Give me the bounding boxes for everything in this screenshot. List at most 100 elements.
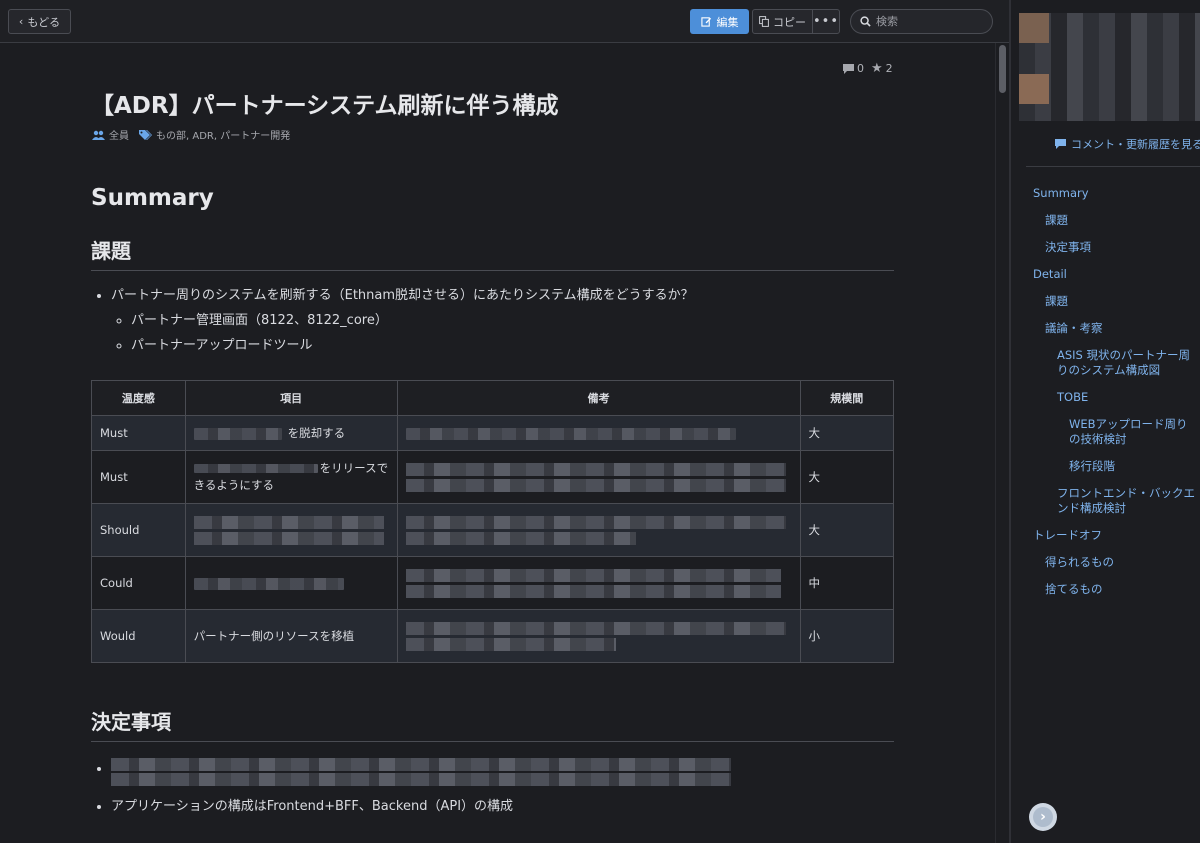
table-row: Must を脱却する 大 xyxy=(91,415,895,451)
scrollbar-thumb[interactable] xyxy=(999,45,1006,93)
redacted-text xyxy=(193,427,282,440)
page-title: 【ADR】パートナーシステム刷新に伴う構成 xyxy=(91,93,559,119)
toc-item[interactable]: 決定事項 xyxy=(1045,240,1091,255)
comment-count[interactable]: 0 xyxy=(843,62,864,75)
table-row: Would パートナー側のリソースを移植 小 xyxy=(91,609,895,663)
redacted-text xyxy=(405,427,736,440)
redacted-text xyxy=(405,515,786,529)
audience[interactable]: 全員 xyxy=(92,127,129,142)
more-options-button[interactable]: ••• xyxy=(813,10,839,33)
article-body: 0 ★ 2 【ADR】パートナーシステム刷新に伴う構成 全員 もの部, ADR,… xyxy=(0,43,995,843)
scroll-next-button[interactable]: › xyxy=(1029,803,1057,831)
avatar[interactable] xyxy=(1019,74,1049,104)
toc-item[interactable]: Summary xyxy=(1033,186,1089,201)
redacted-text xyxy=(193,464,318,473)
toc-item[interactable]: Detail xyxy=(1033,267,1067,282)
star-count[interactable]: ★ 2 xyxy=(871,61,893,76)
item-cell xyxy=(184,556,398,610)
redacted-text xyxy=(405,621,786,635)
comment-icon xyxy=(1055,139,1066,149)
group-icon xyxy=(92,130,105,140)
priority-cell: Must xyxy=(91,415,186,451)
table-row: Should 大 xyxy=(91,503,895,557)
priority-cell: Must xyxy=(91,450,186,504)
size-cell: 中 xyxy=(799,556,895,610)
tags-label: もの部, ADR, パートナー開発 xyxy=(156,131,291,142)
summary-heading: Summary xyxy=(91,185,214,211)
copy-button-label: コピー xyxy=(772,15,806,29)
size-cell: 小 xyxy=(799,609,895,663)
post-stats: 0 ★ 2 xyxy=(843,61,893,76)
history-link-label: コメント・更新履歴を見る xyxy=(1071,138,1200,151)
right-sidebar: コメント・更新履歴を見る Summary 課題 決定事項 Detail 課題 議… xyxy=(1011,0,1200,843)
size-cell: 大 xyxy=(799,503,895,557)
back-button[interactable]: ‹ もどる xyxy=(8,9,71,34)
toc-item[interactable]: 捨てるもの xyxy=(1045,582,1103,597)
list-item xyxy=(111,758,731,786)
tags[interactable]: もの部, ADR, パートナー開発 xyxy=(139,127,290,142)
redacted-text xyxy=(405,531,636,545)
item-cell: をリリースできるようにする xyxy=(184,450,398,504)
avatar[interactable] xyxy=(1019,13,1049,43)
note-cell xyxy=(396,503,801,557)
redacted-text xyxy=(405,478,786,492)
table-row: Could 中 xyxy=(91,556,895,610)
redacted-text xyxy=(405,568,781,582)
toc-item[interactable]: 移行段階 xyxy=(1069,459,1115,474)
table-header: 規模間 xyxy=(799,380,895,416)
search-input[interactable] xyxy=(876,15,981,28)
history-link[interactable]: コメント・更新履歴を見る xyxy=(1055,136,1200,152)
redacted-text xyxy=(111,758,731,771)
toc-item[interactable]: WEBアップロード周りの技術検討 xyxy=(1069,417,1197,447)
item-text: を脱却する xyxy=(287,426,346,440)
item-cell: を脱却する xyxy=(184,415,398,451)
decision-heading: 決定事項 xyxy=(91,706,894,742)
toc-item[interactable]: トレードオフ xyxy=(1033,528,1102,543)
tags-icon xyxy=(139,129,152,140)
audience-label: 全員 xyxy=(109,131,129,142)
size-cell: 大 xyxy=(799,450,895,504)
sidebar-divider xyxy=(1026,166,1200,167)
table-header: 温度感 xyxy=(91,380,186,416)
copy-button-group: コピー ••• xyxy=(752,9,840,34)
star-icon: ★ xyxy=(871,61,883,76)
list-item: アプリケーションの構成はFrontend+BFF、Backend（API）の構成 xyxy=(111,794,731,819)
search-box[interactable] xyxy=(850,9,993,34)
redacted-text xyxy=(405,462,786,476)
priority-cell: Could xyxy=(91,556,186,610)
priority-cell: Should xyxy=(91,503,186,557)
back-button-label: もどる xyxy=(27,15,61,29)
issue-sub-list: パートナー管理画面（8122、8122_core） パートナーアップロードツール xyxy=(111,308,694,358)
item-cell: パートナー側のリソースを移植 xyxy=(184,609,398,663)
redacted-text xyxy=(193,515,384,529)
list-item: パートナーアップロードツール xyxy=(131,333,694,358)
note-cell xyxy=(396,609,801,663)
redacted-text xyxy=(193,577,344,590)
redacted-text xyxy=(405,637,616,651)
toc-item[interactable]: TOBE xyxy=(1057,390,1088,405)
toc-item[interactable]: 議論・考察 xyxy=(1045,321,1103,336)
table-header: 備考 xyxy=(396,380,801,416)
edit-button[interactable]: 編集 xyxy=(690,9,749,34)
issue-heading: 課題 xyxy=(91,235,894,271)
copy-icon xyxy=(759,16,769,27)
issue-item-text: パートナー周りのシステムを刷新する（Ethnam脱却させる）にあたりシステム構成… xyxy=(111,288,694,303)
chevron-right-icon: › xyxy=(1033,807,1053,827)
toc-item[interactable]: 課題 xyxy=(1045,213,1068,228)
more-icon: ••• xyxy=(812,14,839,29)
main-scrollbar[interactable] xyxy=(995,43,1009,843)
copy-button[interactable]: コピー xyxy=(753,10,813,33)
table-row: Must をリリースできるようにする 大 xyxy=(91,450,895,504)
note-cell xyxy=(396,415,801,451)
list-item: パートナー周りのシステムを刷新する（Ethnam脱却させる）にあたりシステム構成… xyxy=(111,283,694,358)
list-item: パートナー管理画面（8122、8122_core） xyxy=(131,308,694,333)
toc-item[interactable]: フロントエンド・バックエンド構成検討 xyxy=(1057,486,1197,516)
chevron-left-icon: ‹ xyxy=(18,15,24,28)
toc-item[interactable]: ASIS 現状のパートナー周りのシステム構成図 xyxy=(1057,348,1197,378)
comment-count-value: 0 xyxy=(857,62,864,75)
note-cell xyxy=(396,450,801,504)
toc-item[interactable]: 課題 xyxy=(1045,294,1068,309)
edit-icon xyxy=(700,17,711,27)
toc-item[interactable]: 得られるもの xyxy=(1045,555,1114,570)
star-count-value: 2 xyxy=(885,62,893,75)
